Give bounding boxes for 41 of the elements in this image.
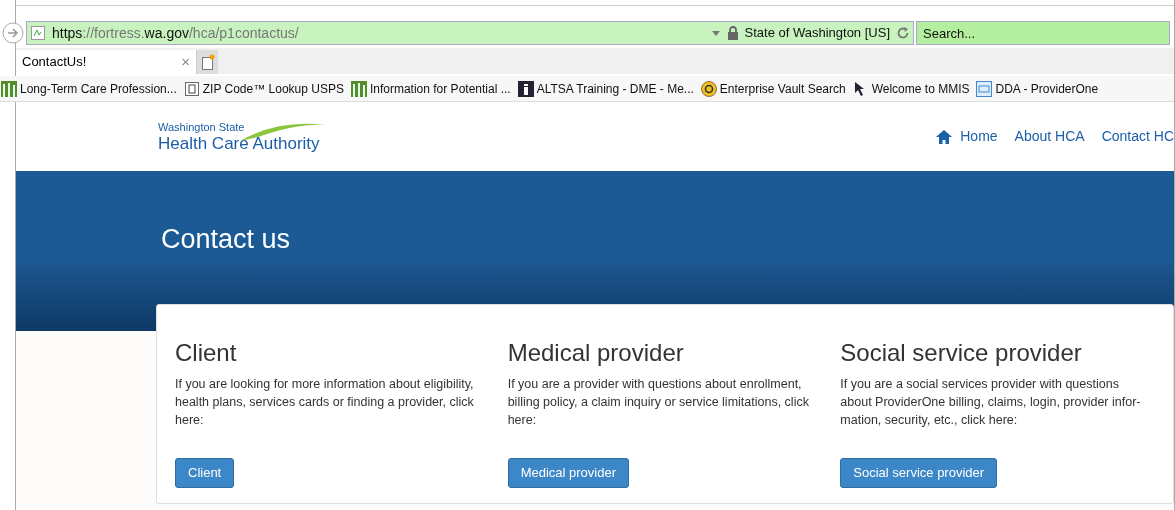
section-text: If you are looking for more information about eligibility, health plans, services cards or finding a provider, click here: xyxy=(175,376,475,429)
page-title: Contact us xyxy=(161,222,291,256)
address-bar[interactable]: https://fortress.wa.gov/hca/p1contactus/ State of Washington [US] xyxy=(26,21,914,45)
bookmark[interactable]: DDA - ProviderOne xyxy=(975,76,1100,101)
browser-tab[interactable]: ContactUs! × xyxy=(16,50,196,74)
bookmark[interactable]: ZIP Code™ Lookup USPS xyxy=(182,76,345,101)
lock-icon xyxy=(726,26,739,40)
hca-logo[interactable]: Washington State Health Care Authority xyxy=(158,118,328,155)
bookmark[interactable]: Long-Term Care Profession... xyxy=(0,76,178,101)
contact-button[interactable]: Medical provider xyxy=(507,458,630,488)
nav-link[interactable]: About HCA xyxy=(1014,126,1085,147)
page-icon xyxy=(30,25,46,41)
bookmark[interactable]: Enterprise Vault Search xyxy=(699,76,847,101)
home-icon xyxy=(936,129,953,144)
site-identity: State of Washington [US] xyxy=(744,24,890,43)
section-text: If you are a provider with questions about enrollment, billing policy, a claim inquiry or service limitations, click here: xyxy=(507,376,810,429)
section-heading: Client xyxy=(175,341,238,365)
new-tab-button[interactable] xyxy=(196,50,218,74)
nav-link[interactable]: Contact HC xyxy=(1101,126,1174,147)
page-icon xyxy=(183,80,200,97)
refresh-icon[interactable] xyxy=(896,26,910,40)
vault-icon xyxy=(700,80,717,97)
nav-link[interactable]: Home xyxy=(936,126,998,147)
section-heading: Medical provider xyxy=(507,341,685,365)
contact-button[interactable]: Client xyxy=(175,458,235,488)
trees-icon xyxy=(350,80,367,97)
search-field[interactable]: Search... xyxy=(916,21,1170,45)
close-button[interactable]: × xyxy=(181,50,190,74)
section-text: If you are a social services provider with questions about ProviderOne billing, claims, login, provider infor-mation, security, etc., click here: xyxy=(840,376,1142,429)
section-heading: Social service provider xyxy=(840,341,1083,365)
bookmark[interactable]: Welcome to MMIS xyxy=(851,76,971,101)
grid-icon xyxy=(976,80,993,97)
bookmark[interactable]: ALTSA Training - DME - Me... xyxy=(516,76,695,101)
dropdown-icon[interactable] xyxy=(710,29,721,37)
bookmark[interactable]: Information for Potential ... xyxy=(349,76,512,101)
forward-icon[interactable] xyxy=(2,22,24,44)
trees-icon xyxy=(1,80,17,97)
info-icon xyxy=(517,80,534,97)
contact-button[interactable]: Social service provider xyxy=(840,458,998,488)
new-tab-icon xyxy=(200,54,215,70)
url-text: https://fortress.wa.gov/hca/p1contactus/ xyxy=(52,23,299,43)
